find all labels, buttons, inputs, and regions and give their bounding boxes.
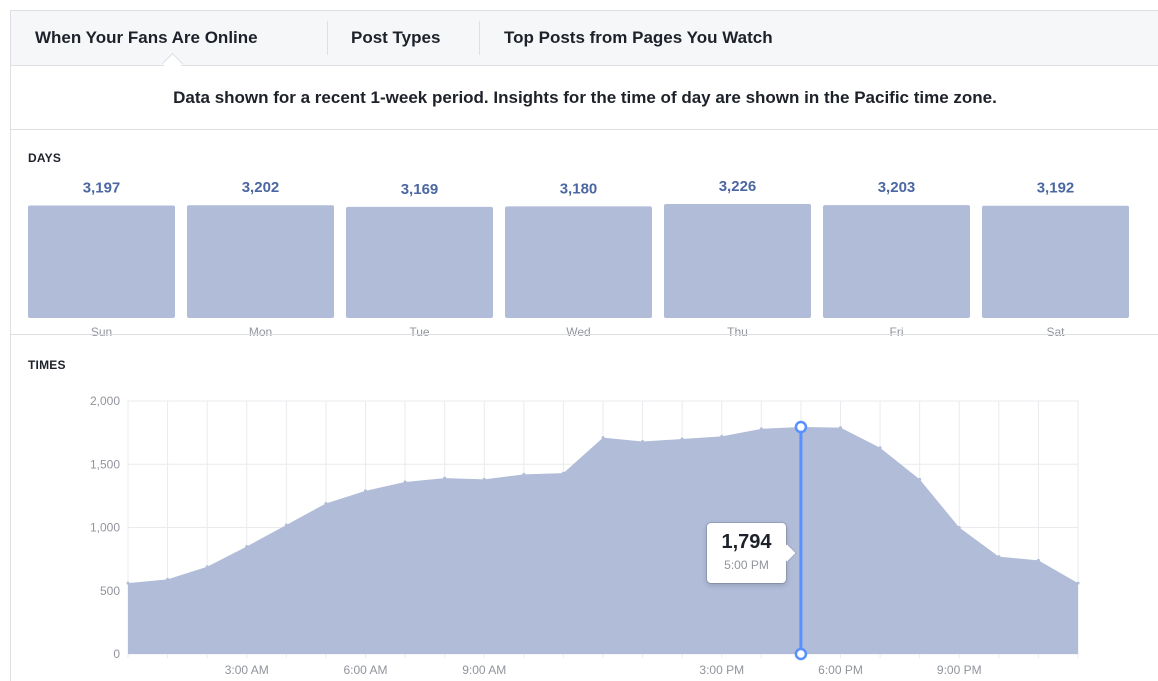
day-value-label: 3,180 (560, 180, 598, 197)
tooltip-time: 5:00 PM (724, 558, 769, 572)
day-bar-sat (982, 205, 1129, 318)
x-tick-label: 9:00 PM (937, 663, 982, 677)
day-axis-label: Tue (409, 325, 430, 339)
day-value-label: 3,192 (1037, 180, 1075, 197)
day-value-label: 3,169 (401, 181, 439, 198)
day-bar-fri (823, 205, 970, 318)
highlight-marker-top (794, 420, 808, 434)
highlight-tooltip: 1,794 5:00 PM (707, 523, 786, 583)
data-point (997, 555, 1001, 559)
day-bar-thu (664, 204, 811, 318)
day-value-label: 3,197 (83, 179, 121, 196)
data-point (324, 501, 328, 505)
data-point (759, 427, 763, 431)
data-point (403, 480, 407, 484)
data-point (284, 523, 288, 527)
times-area-chart: 0 500 1,000 1,500 2,000 3:00 AM 6:00 AM 9:00 AM… (90, 394, 1080, 677)
y-tick-label: 1,000 (90, 521, 120, 535)
tab-top-posts-pages-watch[interactable]: Top Posts from Pages You Watch (504, 11, 773, 65)
x-tick-label: 9:00 AM (462, 663, 506, 677)
day-value-label: 3,226 (719, 178, 757, 195)
data-point (878, 446, 882, 450)
day-axis-label: Sun (91, 325, 112, 339)
tab-when-fans-online[interactable]: When Your Fans Are Online (35, 11, 258, 65)
data-point (839, 426, 842, 430)
x-tick-label: 6:00 PM (818, 663, 863, 677)
data-point (918, 477, 922, 481)
data-point (522, 472, 526, 476)
data-point (482, 477, 486, 481)
x-tick-label: 3:00 AM (225, 663, 269, 677)
tab-bar: When Your Fans Are Online Post Types Top… (11, 11, 1158, 75)
tab-divider (327, 21, 328, 55)
data-period-notice: Data shown for a recent 1-week period. I… (11, 66, 1158, 130)
tab-post-types[interactable]: Post Types (351, 11, 440, 65)
data-point (245, 544, 249, 548)
data-point (1036, 558, 1040, 562)
data-point (641, 439, 645, 443)
days-bar-chart: 3,197 Sun 3,202 Mon 3,169 Tue 3,180 Wed 3,226 Thu… (28, 178, 1129, 339)
day-axis-label: Wed (566, 325, 590, 339)
y-tick-label: 0 (113, 647, 120, 661)
tooltip-value: 1,794 (721, 531, 772, 553)
day-bar-sun (28, 205, 175, 318)
day-axis-label: Thu (727, 325, 748, 339)
section-divider (11, 334, 1158, 335)
day-axis-label: Fri (890, 325, 904, 339)
day-bar-mon (187, 205, 334, 318)
data-point (1076, 581, 1080, 585)
day-value-label: 3,202 (242, 179, 280, 196)
data-point (561, 471, 565, 475)
day-bar-wed (505, 206, 652, 318)
data-point (205, 565, 209, 569)
day-axis-label: Sat (1046, 325, 1065, 339)
data-point (680, 437, 684, 441)
data-point (443, 476, 447, 480)
day-value-label: 3,203 (878, 179, 916, 196)
data-point (126, 581, 130, 585)
x-tick-label: 3:00 PM (699, 663, 744, 677)
fans-online-area-series (128, 427, 1078, 654)
highlight-marker-bottom (794, 647, 808, 661)
x-tick-label: 6:00 AM (343, 663, 387, 677)
day-bar-tue (346, 206, 493, 318)
data-point (166, 577, 170, 581)
tab-divider (479, 21, 480, 55)
y-tick-label: 2,000 (90, 394, 120, 408)
data-point (601, 436, 605, 440)
data-point (720, 434, 724, 438)
insights-panel: When Your Fans Are Online Post Types Top… (10, 10, 1158, 681)
data-point (364, 489, 367, 493)
day-axis-label: Mon (249, 325, 272, 339)
data-point (957, 526, 961, 529)
y-tick-label: 1,500 (90, 457, 120, 471)
y-tick-label: 500 (100, 584, 120, 598)
times-section-label: TIMES (28, 358, 66, 372)
